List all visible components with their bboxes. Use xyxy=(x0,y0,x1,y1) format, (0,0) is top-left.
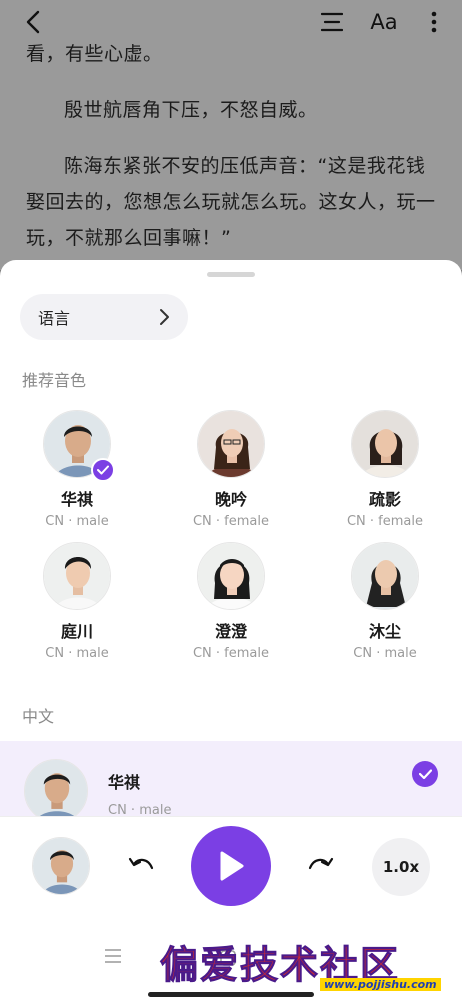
voice-name: 晚吟 xyxy=(214,490,247,509)
sheet-drag-handle[interactable] xyxy=(207,272,255,277)
chinese-section-title: 中文 xyxy=(22,707,55,726)
redo-icon xyxy=(308,857,334,870)
voice-meta: CN · male xyxy=(45,646,109,661)
avatar xyxy=(351,410,419,478)
toc-list-icon[interactable] xyxy=(316,6,348,38)
voice-card[interactable]: 晚吟 CN · female xyxy=(161,410,301,529)
play-icon xyxy=(220,851,244,881)
playback-speed-button[interactable]: 1.0x xyxy=(372,838,430,896)
voice-name: 疏影 xyxy=(368,490,401,509)
current-voice-avatar[interactable] xyxy=(32,837,90,895)
avatar xyxy=(43,542,111,610)
system-nav-bar: 偏爱技术社区 www.pojjishu.com xyxy=(0,912,462,1000)
voice-name: 庭川 xyxy=(60,622,93,641)
more-vertical-icon[interactable] xyxy=(418,6,450,38)
selected-check-icon xyxy=(412,761,438,787)
avatar xyxy=(24,759,88,823)
reader-toolbar: Aa xyxy=(0,0,462,44)
voice-name: 华祺 xyxy=(60,490,93,509)
language-button-label: 语言 xyxy=(38,309,71,328)
audio-player-bar: 1.0x xyxy=(0,816,462,912)
back-icon[interactable] xyxy=(18,6,50,38)
voice-selection-sheet: 语言 推荐音色 华祺 CN · male 晚吟 CN · female 疏影 C… xyxy=(0,260,462,1000)
avatar xyxy=(197,542,265,610)
voice-meta: CN · female xyxy=(192,646,269,661)
reader-paragraph: 陈海东紧张不安的压低声音：“这是我花钱娶回去的，您想怎么玩就怎么玩。这女人，玩一… xyxy=(26,155,436,249)
home-indicator[interactable] xyxy=(148,992,314,997)
voice-list-item[interactable]: 华祺 CN · male xyxy=(0,741,462,823)
font-size-button[interactable]: Aa xyxy=(366,6,402,38)
voice-meta: CN · male xyxy=(353,646,417,661)
reader-page: 看，有些心虚。 殷世航唇角下压，不怒自威。 陈海东紧张不安的压低声音：“这是我花… xyxy=(0,0,462,270)
voice-card[interactable]: 华祺 CN · male xyxy=(7,410,147,529)
voice-card[interactable]: 澄澄 CN · female xyxy=(161,542,301,661)
rewind-button[interactable] xyxy=(124,849,158,883)
avatar xyxy=(43,410,115,482)
reader-paragraph: 殷世航唇角下压，不怒自威。 xyxy=(64,99,318,121)
recommended-voices-title: 推荐音色 xyxy=(22,371,87,390)
avatar xyxy=(197,410,265,478)
chevron-right-icon xyxy=(160,309,169,325)
voice-card[interactable]: 疏影 CN · female xyxy=(315,410,455,529)
list-item-name: 华祺 xyxy=(108,773,141,792)
undo-icon xyxy=(128,857,154,870)
voice-meta: CN · male xyxy=(45,514,109,529)
font-size-label: Aa xyxy=(370,10,398,34)
watermark-url: www.pojjishu.com xyxy=(320,978,441,991)
language-button[interactable]: 语言 xyxy=(20,294,188,340)
reader-text: 看，有些心虚。 殷世航唇角下压，不怒自威。 陈海东紧张不安的压低声音：“这是我花… xyxy=(26,36,444,276)
voice-meta: CN · female xyxy=(346,514,423,529)
menu-nav-icon[interactable] xyxy=(104,948,122,968)
forward-button[interactable] xyxy=(304,849,338,883)
voice-card[interactable]: 沐尘 CN · male xyxy=(315,542,455,661)
avatar xyxy=(351,542,419,610)
voice-name: 沐尘 xyxy=(368,622,401,641)
voice-meta: CN · female xyxy=(192,514,269,529)
play-button[interactable] xyxy=(191,826,271,906)
selected-check-icon xyxy=(91,458,115,482)
voice-name: 澄澄 xyxy=(214,622,247,641)
voice-card[interactable]: 庭川 CN · male xyxy=(7,542,147,661)
